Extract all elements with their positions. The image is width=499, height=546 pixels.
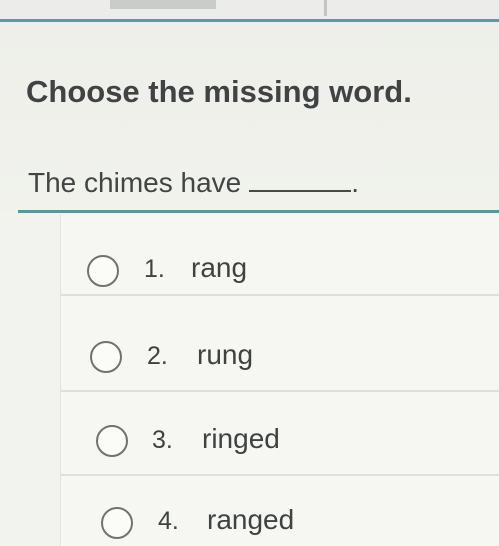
- radio-button-icon[interactable]: [90, 341, 122, 373]
- radio-button-icon[interactable]: [101, 507, 133, 539]
- sentence-text: The chimes have: [28, 167, 242, 198]
- answer-option-1[interactable]: 1. rang: [61, 214, 499, 296]
- option-number: 2.: [147, 342, 168, 370]
- top-tick-mark: [324, 0, 327, 16]
- option-label: rung: [197, 339, 254, 370]
- answer-blank: [249, 166, 352, 192]
- radio-button-icon[interactable]: [96, 425, 128, 457]
- option-label: ranged: [207, 504, 295, 535]
- option-number: 3.: [152, 426, 173, 454]
- question-prompt: Choose the missing word.: [26, 74, 412, 109]
- option-label: ringed: [202, 423, 280, 454]
- sentence-end: .: [351, 167, 359, 198]
- option-label: rang: [191, 252, 248, 283]
- radio-button-icon[interactable]: [87, 255, 119, 287]
- answer-option-2[interactable]: 2. rung: [61, 310, 499, 392]
- answer-options-list: 1. rang 2. rung 3. ringed 4. ranged: [60, 214, 499, 546]
- option-number: 4.: [158, 507, 179, 535]
- section-divider: [18, 210, 499, 213]
- top-tab-fragment: [110, 0, 216, 9]
- question-sentence: The chimes have.: [28, 166, 359, 199]
- answer-option-4[interactable]: 4. ranged: [61, 476, 499, 546]
- answer-option-3[interactable]: 3. ringed: [61, 394, 499, 476]
- option-number: 1.: [144, 255, 165, 283]
